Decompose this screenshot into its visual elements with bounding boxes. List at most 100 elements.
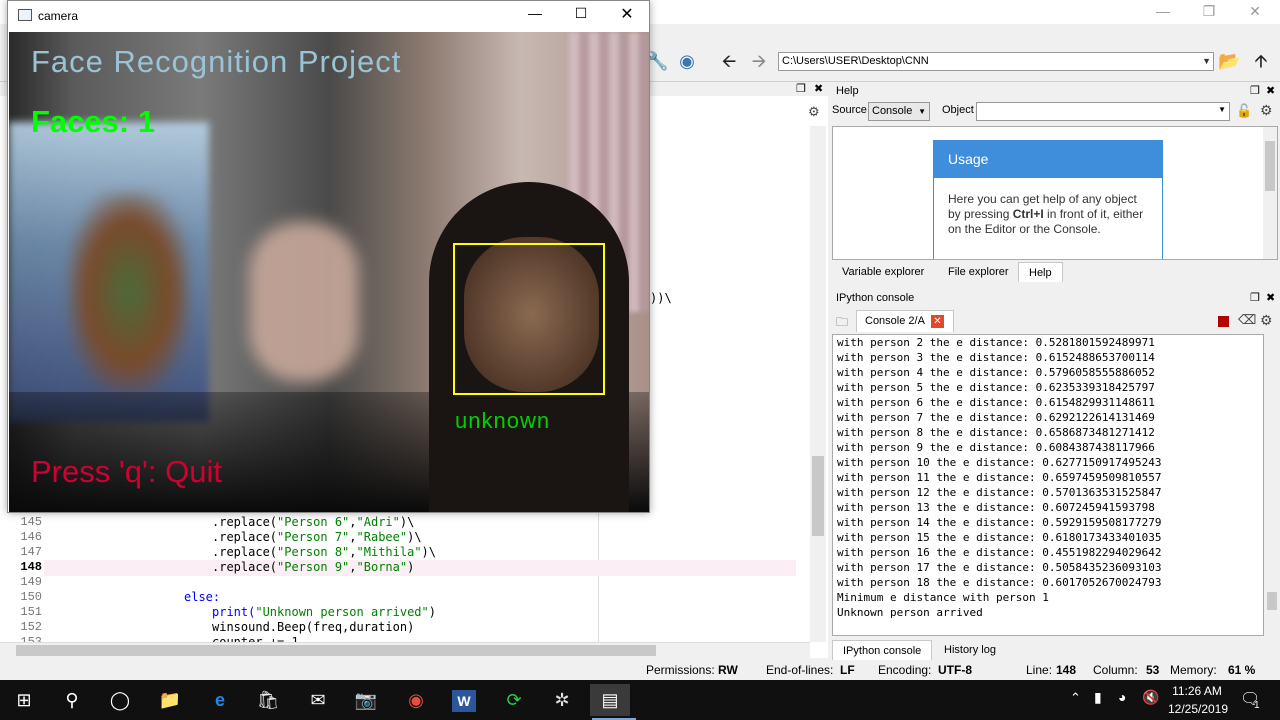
console-line: with person 16 the e distance: 0.4551982… <box>837 546 1162 559</box>
usage-box: Usage Here you can get help of any objec… <box>933 140 1163 259</box>
close-pane-icon[interactable]: ✖ <box>1266 289 1275 307</box>
mail-icon[interactable]: ✉ <box>298 684 338 716</box>
chrome-icon[interactable]: ◉ <box>396 684 436 716</box>
scrollbar-thumb[interactable] <box>1265 141 1275 191</box>
working-directory-value: C:\Users\USER\Desktop\CNN <box>782 55 929 67</box>
tab-file-explorer[interactable]: File explorer <box>938 262 1019 282</box>
line-number-current: 148 <box>20 560 42 574</box>
help-scrollbar[interactable] <box>1263 127 1277 259</box>
console-scrollbar[interactable] <box>1264 334 1280 636</box>
code-line-153: counter += 1 <box>212 635 299 642</box>
console-line: with person 7 the e distance: 0.62921226… <box>837 411 1155 424</box>
close-button[interactable]: ✕ <box>612 4 642 24</box>
line-number: 146 <box>20 530 42 544</box>
tab-console-2a[interactable]: Console 2/A ✕ <box>856 310 954 332</box>
line-number: 147 <box>20 545 42 559</box>
source-label: Source <box>832 104 867 116</box>
object-label: Object <box>942 104 974 116</box>
word-icon[interactable]: W <box>444 684 484 716</box>
camera-titlebar[interactable]: camera — ☐ ✕ <box>8 1 649 31</box>
quit-hint: Press 'q': Quit <box>31 454 223 489</box>
up-arrow-icon[interactable]: 🡩 <box>1250 50 1272 72</box>
help-pane-title: Help <box>836 85 859 97</box>
tab-ipython-console[interactable]: IPython console <box>832 640 933 660</box>
chevron-down-icon[interactable]: ▼ <box>1202 53 1211 70</box>
eraser-icon[interactable]: ⌫ <box>1238 312 1256 328</box>
python-icon[interactable]: ◉ <box>676 50 698 72</box>
show-hidden-icons[interactable]: ⌃ <box>1070 690 1081 706</box>
undock-icon[interactable]: ❐ <box>1250 82 1260 100</box>
folder-open-icon[interactable]: 📂 <box>1218 50 1240 72</box>
clock-date[interactable]: 12/25/2019 <box>1162 702 1234 716</box>
wifi-icon[interactable]: ◕ <box>1118 689 1126 705</box>
minimize-button[interactable]: — <box>520 5 550 21</box>
stop-icon[interactable] <box>1218 316 1229 327</box>
console-pane-header: IPython console ❐ ✖ <box>832 289 1280 307</box>
working-directory-combobox[interactable]: C:\Users\USER\Desktop\CNN ▼ <box>778 52 1214 71</box>
editor-horizontal-scrollbar[interactable] <box>0 642 810 658</box>
code-line-146: .replace("Person 7","Rabee")\ <box>212 530 422 544</box>
object-input[interactable]: ▼ <box>976 102 1230 121</box>
scrollbar-thumb[interactable] <box>1267 592 1277 610</box>
forward-arrow-icon[interactable]: 🡪 <box>748 50 770 72</box>
blurred-figures <box>69 192 189 392</box>
lock-icon[interactable]: 🔓 <box>1236 103 1252 119</box>
line-number: 150 <box>20 590 42 604</box>
start-icon[interactable]: ⊞ <box>4 684 44 716</box>
line-value: 148 <box>1056 663 1077 677</box>
options-gear-icon[interactable]: ⚙ <box>808 104 820 120</box>
options-gear-icon[interactable]: ⚙ <box>1260 312 1273 329</box>
undock-icon[interactable]: ❐ <box>1250 289 1260 307</box>
source-select[interactable]: Console ▼ <box>868 102 930 121</box>
app-icon[interactable]: ✲ <box>542 684 582 716</box>
console-line: with person 11 the e distance: 0.6597459… <box>837 471 1162 484</box>
store-icon[interactable]: 🛍 <box>248 684 288 716</box>
help-pane-header: Help ❐ ✖ <box>832 82 1280 100</box>
undock-icon[interactable]: ❐ <box>796 82 806 95</box>
line-number: 153 <box>20 635 42 642</box>
console-line: Unknown person arrived <box>837 606 983 619</box>
chevron-down-icon[interactable]: ▼ <box>918 103 926 120</box>
close-pane-icon[interactable]: ✖ <box>814 82 823 95</box>
close-tab-icon[interactable]: ✕ <box>931 315 944 328</box>
search-icon[interactable]: ⚲ <box>52 684 92 716</box>
close-button[interactable]: ✕ <box>1232 0 1278 24</box>
camera-window[interactable]: camera — ☐ ✕ Face Recognition Project Fa… <box>7 0 650 513</box>
line-number: 152 <box>20 620 42 634</box>
console-line: with person 6 the e distance: 0.61548299… <box>837 396 1155 409</box>
restore-button[interactable]: ❐ <box>1186 0 1232 24</box>
camera-feed: Face Recognition Project Faces: 1 unknow… <box>9 32 649 512</box>
options-gear-icon[interactable]: ⚙ <box>1260 102 1273 119</box>
tab-history-log[interactable]: History log <box>934 640 1006 660</box>
console-tab-label: Console 2/A <box>865 315 925 327</box>
scrollbar-thumb[interactable] <box>812 456 824 536</box>
volume-icon[interactable]: 🔇 <box>1142 689 1159 706</box>
console-line: with person 15 the e distance: 0.6180173… <box>837 531 1162 544</box>
tab-variable-explorer[interactable]: Variable explorer <box>832 262 935 282</box>
cortana-icon[interactable]: ◯ <box>100 684 140 716</box>
chevron-down-icon[interactable]: ▼ <box>1218 105 1226 114</box>
blurred-hand <box>249 222 359 382</box>
folder-icon[interactable]: 🗀 <box>836 313 848 334</box>
file-explorer-icon[interactable]: 📁 <box>150 684 190 716</box>
battery-icon[interactable]: ▮ <box>1094 689 1102 706</box>
scrollbar-thumb[interactable] <box>16 645 656 656</box>
editor-vertical-scrollbar[interactable] <box>810 126 826 642</box>
notification-count: 1 <box>1254 700 1260 711</box>
camera-window-title: camera <box>38 9 79 23</box>
close-pane-icon[interactable]: ✖ <box>1266 82 1275 100</box>
window-icon <box>18 9 32 21</box>
code-fragment: ))\ <box>650 291 672 305</box>
maximize-button[interactable]: ☐ <box>566 5 596 22</box>
console-output[interactable]: with person 2 the e distance: 0.52818015… <box>832 334 1264 636</box>
minimize-button[interactable]: — <box>1140 0 1186 24</box>
spyder-icon[interactable]: ⟳ <box>494 684 534 716</box>
camera-icon[interactable]: 📷 <box>346 684 386 716</box>
overlay-title: Face Recognition Project <box>31 44 402 79</box>
back-arrow-icon[interactable]: 🡨 <box>718 50 740 72</box>
active-window-icon[interactable]: ▤ <box>590 684 630 716</box>
tab-help[interactable]: Help <box>1018 262 1063 282</box>
console-line: with person 12 the e distance: 0.5701363… <box>837 486 1162 499</box>
clock-time[interactable]: 11:26 AM <box>1166 684 1228 698</box>
edge-icon[interactable]: e <box>200 684 240 716</box>
